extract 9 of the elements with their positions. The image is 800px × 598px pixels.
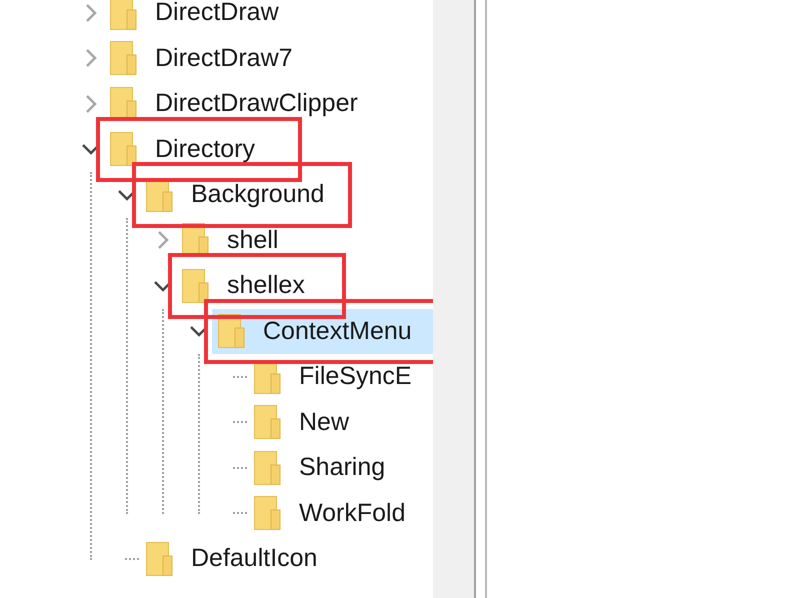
- folder-icon: [146, 542, 173, 576]
- folder-icon: [254, 496, 281, 530]
- folder-icon: [254, 450, 281, 485]
- tree-item[interactable]: ContextMenu: [212, 308, 433, 354]
- folder-icon: [182, 268, 209, 303]
- folder-icon: [110, 41, 137, 76]
- folder-icon: [254, 405, 281, 440]
- folder-icon: [110, 0, 137, 30]
- folder-icon: [110, 132, 137, 166]
